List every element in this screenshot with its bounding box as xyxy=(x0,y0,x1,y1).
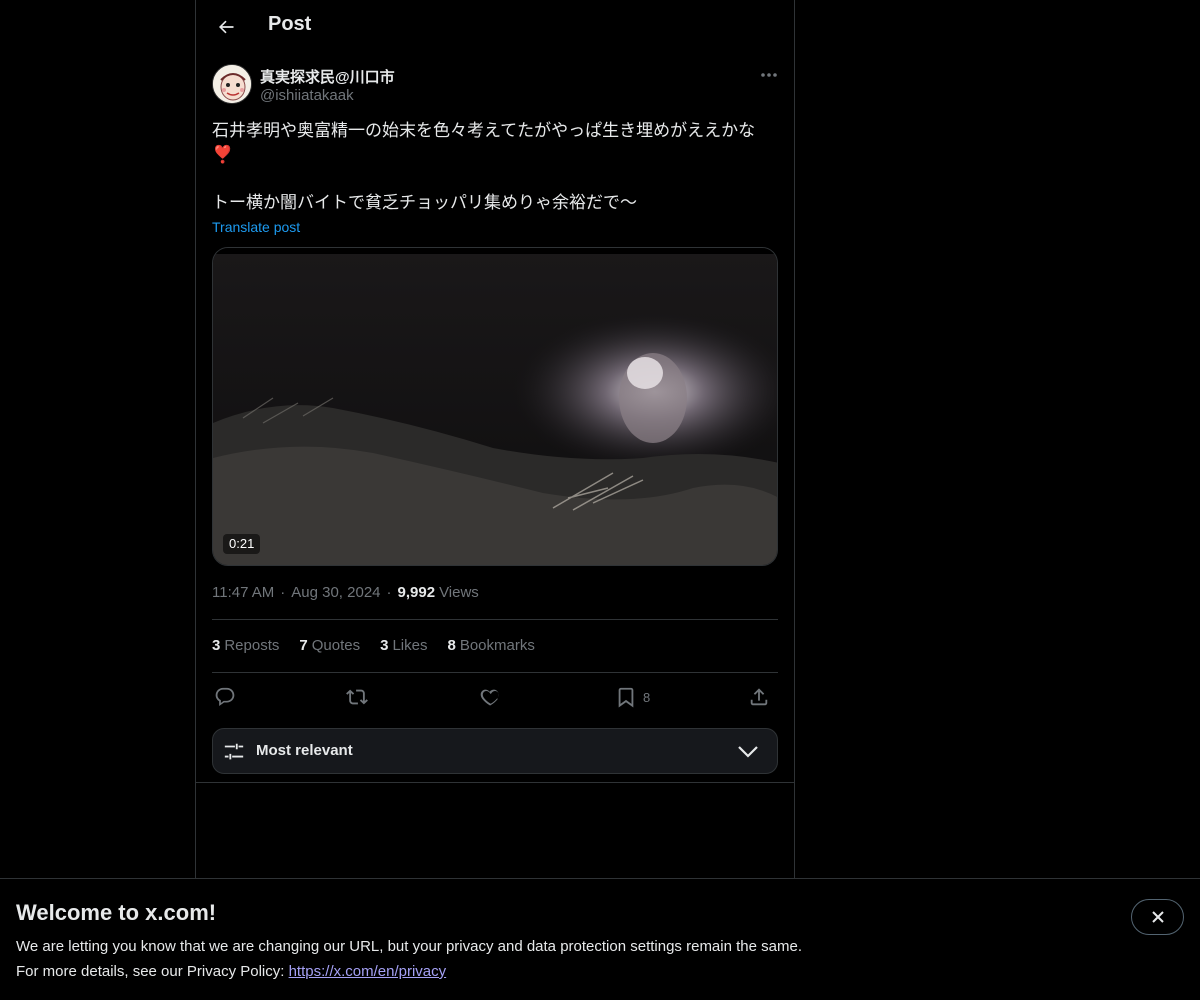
action-bar: 8 xyxy=(212,683,778,711)
reposts-count: 3 xyxy=(212,637,221,654)
divider xyxy=(196,782,794,783)
post-meta: 11:47 AM · Aug 30, 2024 · 9,992 Views xyxy=(212,584,479,601)
bookmark-icon xyxy=(618,687,634,708)
sort-replies-dropdown[interactable]: Most relevant xyxy=(212,728,778,774)
likes-label: Likes xyxy=(392,637,428,654)
post-text: 石井孝明や奥富精一の始末を色々考えてたがやっぱ生き埋めがええかな ❣️ トー横か… xyxy=(212,121,756,212)
reply-button[interactable] xyxy=(214,683,236,711)
reposts-stat[interactable]: 3 Reposts xyxy=(212,637,279,654)
heart-icon xyxy=(480,689,499,706)
bookmark-button[interactable]: 8 xyxy=(615,683,650,711)
reply-icon xyxy=(215,687,235,706)
quotes-stat[interactable]: 7 Quotes xyxy=(299,637,360,654)
quotes-label: Quotes xyxy=(311,637,361,654)
back-button[interactable] xyxy=(208,9,244,45)
likes-count: 3 xyxy=(380,637,389,654)
banner-title: Welcome to x.com! xyxy=(16,900,217,925)
video-player[interactable]: 0:21 xyxy=(212,247,778,566)
privacy-policy-link[interactable]: https://x.com/en/privacy xyxy=(289,963,447,980)
close-icon xyxy=(1151,911,1164,923)
post-time[interactable]: 11:47 AM xyxy=(212,584,274,601)
share-button[interactable] xyxy=(748,683,770,711)
welcome-banner: Welcome to x.com! We are letting you kno… xyxy=(0,878,1200,1000)
avatar-image xyxy=(213,65,251,103)
like-button[interactable] xyxy=(480,683,502,711)
likes-stat[interactable]: 3 Likes xyxy=(380,637,427,654)
sort-label: Most relevant xyxy=(256,742,353,759)
views-label: Views xyxy=(439,584,479,601)
repost-button[interactable] xyxy=(346,683,368,711)
repost-icon xyxy=(346,689,368,705)
banner-privacy-line: For more details, see our Privacy Policy… xyxy=(16,963,446,980)
more-icon xyxy=(761,73,777,77)
reposts-label: Reposts xyxy=(224,637,280,654)
post-header: Post xyxy=(196,0,794,54)
banner-privacy-prefix: For more details, see our Privacy Policy… xyxy=(16,963,289,980)
views-count: 9,992 xyxy=(397,584,436,601)
quotes-count: 7 xyxy=(299,637,308,654)
translate-post-link[interactable]: Translate post xyxy=(212,219,300,235)
post-date[interactable]: Aug 30, 2024 xyxy=(291,584,380,601)
avatar[interactable] xyxy=(212,64,252,104)
close-banner-button[interactable] xyxy=(1131,899,1184,935)
share-icon xyxy=(750,688,768,706)
sliders-icon xyxy=(224,743,244,760)
video-duration: 0:21 xyxy=(223,534,261,554)
main-column: Post 真実探求民@川口市 @ishiiatakaak 石井孝明や奥富精一の始… xyxy=(195,0,795,880)
page-title: Post xyxy=(268,13,312,35)
meta-separator: · xyxy=(386,584,392,601)
video-frame xyxy=(213,248,777,565)
divider xyxy=(212,672,778,673)
engagement-stats: 3 Reposts 7 Quotes 3 Likes 8 Bookmarks xyxy=(212,637,535,654)
bookmarks-label: Bookmarks xyxy=(459,637,535,654)
bookmarks-stat[interactable]: 8 Bookmarks xyxy=(447,637,534,654)
divider xyxy=(212,619,778,620)
bookmark-count: 8 xyxy=(643,689,651,705)
more-options-button[interactable] xyxy=(756,64,782,86)
display-name[interactable]: 真実探求民@川口市 xyxy=(260,66,395,87)
user-handle[interactable]: @ishiiatakaak xyxy=(260,87,354,104)
bookmarks-count: 8 xyxy=(447,637,456,654)
meta-separator: · xyxy=(280,584,286,601)
arrow-left-icon xyxy=(219,20,234,34)
banner-message: We are letting you know that we are chan… xyxy=(16,938,802,955)
chevron-down-icon xyxy=(738,746,758,758)
